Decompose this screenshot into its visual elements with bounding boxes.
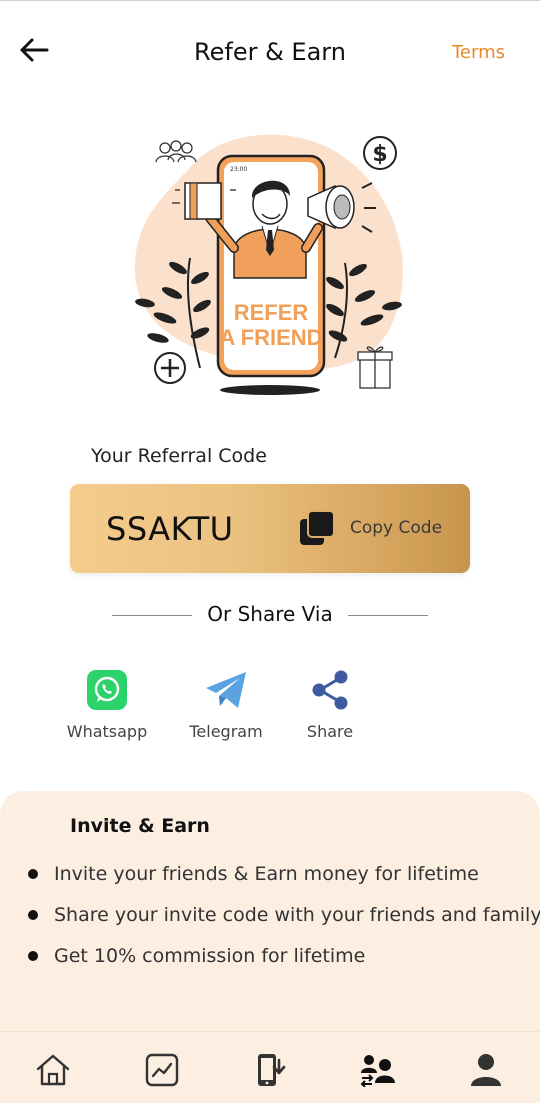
share-icon (312, 670, 348, 710)
copy-code-button[interactable]: Copy Code (298, 506, 458, 550)
copy-code-label: Copy Code (350, 518, 443, 538)
terms-link[interactable]: Terms (452, 42, 505, 63)
referral-code-card: SSAKTU Copy Code (70, 484, 470, 573)
divider-line-right (348, 615, 428, 616)
refer-friend-illustration: $ 23:00 REFER A FRIEND (135, 134, 403, 395)
bullet-dot (28, 951, 38, 961)
refer-users-icon (360, 1055, 395, 1087)
plus-circle-icon (154, 352, 186, 384)
telegram-icon (206, 672, 246, 708)
referral-code-value: SSAKTU (106, 510, 234, 548)
dollar-icon: $ (363, 136, 397, 170)
referral-code-label: Your Referral Code (91, 445, 267, 467)
illustration-friend-text: A FRIEND (219, 325, 322, 350)
share-whatsapp-label: Whatsapp (66, 722, 148, 741)
bullet-dot (28, 869, 38, 879)
home-icon (36, 1054, 70, 1086)
people-group-icon (155, 140, 197, 163)
svg-text:$: $ (372, 142, 387, 167)
nav-chart[interactable] (142, 1050, 182, 1090)
list-item: Invite your friends & Earn money for lif… (28, 859, 538, 900)
gift-icon (357, 346, 393, 389)
nav-home[interactable] (33, 1050, 73, 1090)
illustration-refer-text: REFER (234, 300, 309, 325)
share-options: Whatsapp Telegram Share (0, 668, 540, 748)
nav-profile[interactable] (466, 1050, 506, 1090)
invite-point-text: Share your invite code with your friends… (54, 904, 540, 926)
share-divider-text: Or Share Via (207, 602, 333, 626)
share-more-label: Share (306, 722, 354, 741)
invite-point-text: Get 10% commission for lifetime (54, 945, 366, 967)
whatsapp-icon (87, 670, 127, 710)
copy-icon (300, 510, 335, 545)
profile-icon (471, 1054, 501, 1086)
list-item: Share your invite code with your friends… (28, 900, 540, 941)
bullet-dot (28, 910, 38, 920)
chart-icon (145, 1053, 179, 1087)
share-whatsapp-button[interactable]: Whatsapp (52, 668, 162, 741)
invite-points-list: Invite your friends & Earn money for lif… (28, 859, 540, 982)
share-more-button[interactable]: Share (275, 668, 385, 741)
share-telegram-label: Telegram (189, 722, 263, 741)
invite-point-text: Invite your friends & Earn money for lif… (54, 863, 479, 885)
bottom-navigation (0, 1031, 540, 1103)
share-divider: Or Share Via (112, 602, 428, 628)
share-telegram-button[interactable]: Telegram (171, 668, 281, 741)
invite-earn-title: Invite & Earn (70, 815, 210, 837)
phone-download-icon (258, 1054, 286, 1086)
nav-refer[interactable] (358, 1050, 398, 1090)
app-header: Refer & Earn Terms (0, 0, 540, 100)
svg-text:23:00: 23:00 (230, 166, 247, 173)
nav-phone-download[interactable] (251, 1050, 291, 1090)
list-item: Get 10% commission for lifetime (28, 941, 538, 982)
